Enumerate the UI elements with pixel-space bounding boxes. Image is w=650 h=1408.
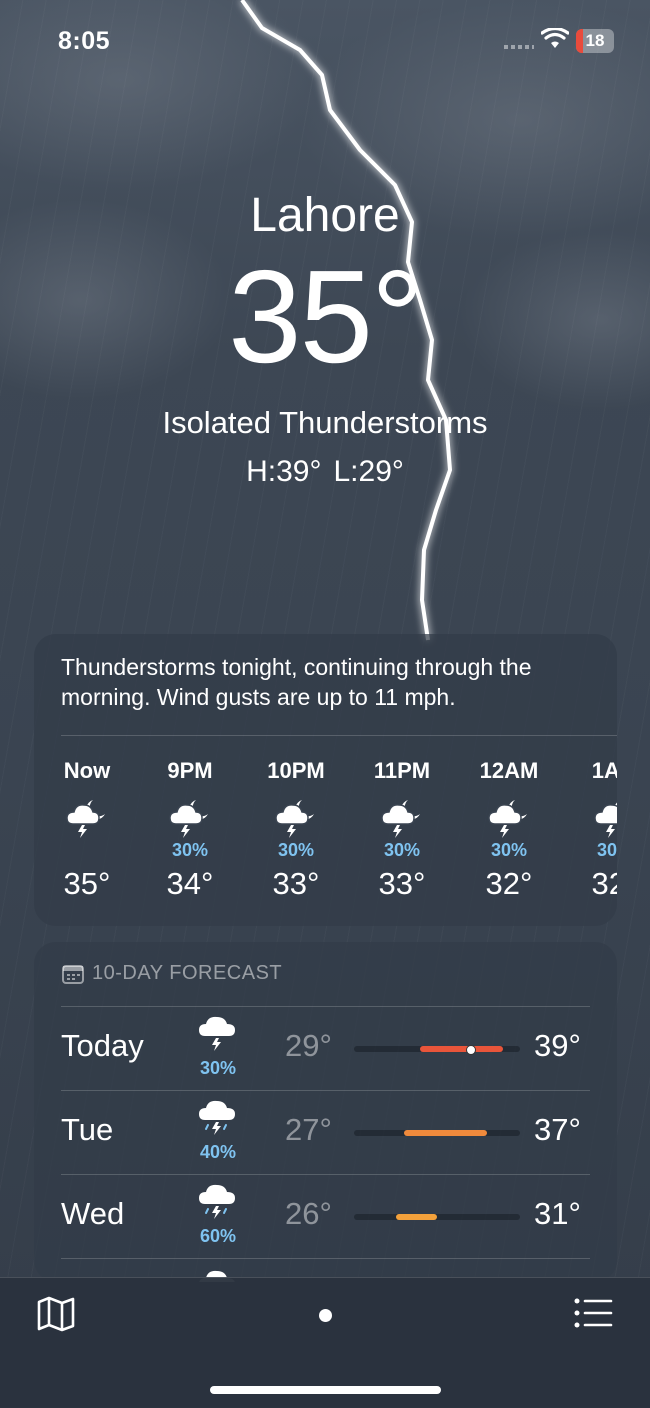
forecast-row[interactable]: Wed 60% 26° 31° [34,1174,617,1258]
wifi-icon [541,28,569,48]
day-label: Tue [61,1112,114,1147]
hour-item: 1AM 30% 32° [570,758,617,902]
battery-icon: 18 [576,29,614,53]
precip-chance [42,840,132,862]
map-icon[interactable] [36,1296,76,1332]
low-temp: 26° [285,1196,332,1231]
cellular-signal-icon [504,45,534,49]
divider [61,735,617,736]
hour-label: 10PM [267,758,325,783]
temp-range-bar [354,1045,520,1055]
low-temp: 27° [285,1112,332,1147]
hour-label: 11PM [373,758,431,783]
cloud-moon-bolt-icon [145,794,235,842]
temp-range-bar [354,1214,520,1220]
current-temp-marker [466,1045,477,1055]
precip-chance: 30% [383,840,421,860]
forecast-row[interactable]: Today 30% 29° 39° [34,1006,617,1090]
precip-chance: 30% [171,840,209,860]
hour-temp: 35° [63,866,111,901]
current-conditions: Lahore 35° Isolated Thunderstorms H:39° L… [0,188,650,489]
high-temp: 37° [534,1112,581,1147]
ten-day-forecast-card[interactable]: 10-DAY FORECAST Today 30% 29° 39° Tue 40% 27° 3… [34,942,617,1282]
forecast-row[interactable]: Tue 40% 27° 37° [34,1090,617,1174]
hour-temp: 34° [166,866,214,901]
hour-item: 9PM 30% 34° [145,758,235,902]
calendar-icon [62,964,84,984]
list-icon[interactable] [574,1298,614,1328]
temp-range-fill [420,1046,504,1052]
precip-chance: 30% [277,840,315,860]
low-temp: 29° [285,1028,332,1063]
current-temperature: 35° [228,243,424,390]
page-indicator-dot[interactable] [319,1309,332,1322]
hour-item: 10PM 30% 33° [251,758,341,902]
divider [61,1174,590,1175]
hour-label: 12AM [479,758,539,783]
hour-item: Now 35° [42,758,132,902]
forecast-header: 10-DAY FORECAST [62,962,282,985]
bottom-toolbar [0,1277,650,1408]
day-label: Wed [61,1196,125,1231]
precip-chance: 60% [199,1226,237,1246]
hour-item: 11PM 30% 33° [357,758,447,902]
hourly-scroll[interactable]: Now 35° 9PM 30% 34° 10PM 30% 33° 11PM 30% 33° 12AM 3… [34,758,617,918]
hour-temp: 33° [272,866,320,901]
high-low: H:39° L:29° [0,455,650,489]
hour-temp: 32° [591,866,617,901]
hour-label: 1AM [591,758,617,783]
high-temp: 31° [534,1196,581,1231]
hour-label: Now [63,758,111,783]
high-temp: H:39° [246,455,322,488]
cloud-bolt-icon [194,1014,242,1063]
hour-temp: 32° [485,866,533,901]
cloud-bolt-rain-icon [194,1182,242,1231]
cloud-moon-bolt-icon [251,794,341,842]
high-temp: 39° [534,1028,581,1063]
status-bar: 8:05 18 [0,0,650,84]
city-name: Lahore [250,189,400,242]
hour-temp: 33° [378,866,426,901]
hour-label: 9PM [167,758,213,783]
low-temp: L:29° [333,455,404,488]
divider [61,1006,590,1007]
day-label: Today [61,1028,144,1063]
temp-range-bar [354,1130,520,1136]
precip-chance: 30% [596,840,617,860]
hour-item: 12AM 30% 32° [464,758,554,902]
cloud-moon-bolt-icon [42,794,132,842]
temp-range-fill [395,1214,437,1220]
divider [61,1258,590,1259]
battery-percent: 18 [585,31,605,50]
precip-chance: 40% [199,1142,237,1162]
forecast-title: 10-DAY FORECAST [92,962,283,984]
forecast-summary: Thunderstorms tonight, continuing throug… [61,654,532,710]
status-time: 8:05 [58,27,111,55]
hourly-forecast-card[interactable]: Thunderstorms tonight, continuing throug… [34,634,617,926]
divider [61,1090,590,1091]
cloud-moon-bolt-icon [570,794,617,842]
home-indicator [210,1386,441,1394]
condition-text: Isolated Thunderstorms [162,405,488,440]
temp-range-fill [403,1130,487,1136]
precip-chance: 30% [490,840,528,860]
cloud-moon-bolt-icon [357,794,447,842]
cloud-moon-bolt-icon [464,794,554,842]
precip-chance: 30% [199,1058,237,1078]
cloud-bolt-rain-icon [194,1098,242,1147]
